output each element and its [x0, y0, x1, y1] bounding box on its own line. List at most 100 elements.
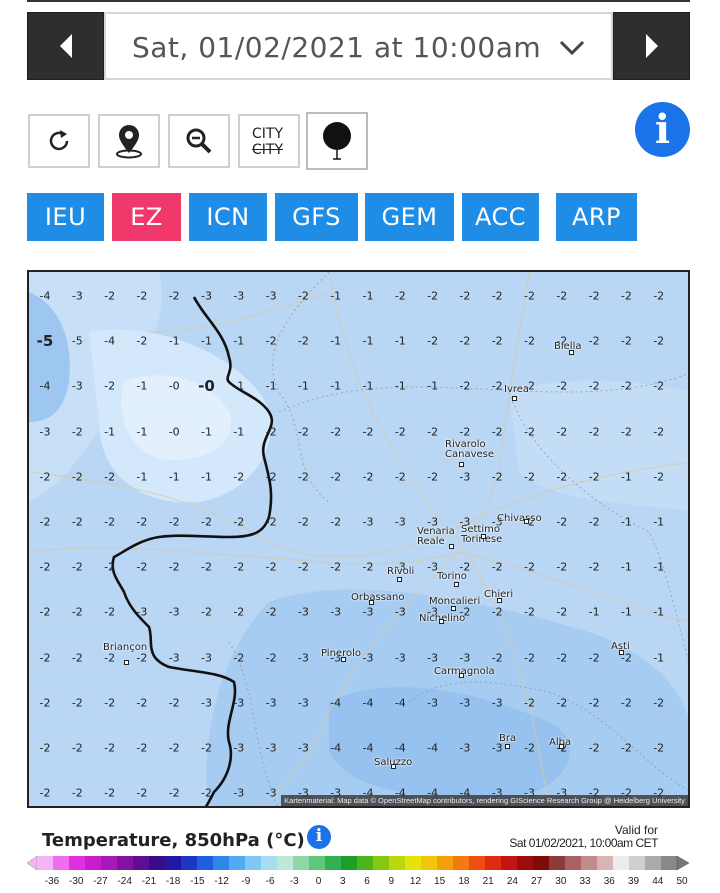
temperature-value: -2 — [136, 741, 148, 755]
temperature-value: -4 — [39, 379, 51, 393]
previous-time-button[interactable] — [27, 12, 104, 80]
temperature-value: -1 — [620, 560, 632, 574]
town-label: Rivoli — [387, 566, 415, 577]
town-marker — [505, 744, 510, 749]
temperature-value: -2 — [427, 334, 439, 348]
temperature-value: -2 — [556, 696, 568, 710]
refresh-button[interactable] — [28, 114, 90, 168]
zoom-out-button[interactable] — [168, 114, 230, 168]
temperature-map[interactable]: -4 -3 -2 -2 -2 -3 -3 -3 -2 -1 -1 -2 -2 -2 -2 -2 -2 -2 -2 -2… — [27, 270, 690, 808]
scale-swatch — [197, 856, 214, 870]
temperature-value: -2 — [104, 379, 116, 393]
temperature-value: -1 — [394, 334, 406, 348]
temperature-value: -1 — [362, 379, 374, 393]
temperature-value: -3 — [297, 696, 309, 710]
temperature-value: -2 — [588, 651, 600, 665]
temperature-value: -2 — [168, 786, 180, 800]
scale-tick-label: -24 — [117, 876, 132, 887]
temperature-value: -1 — [136, 379, 148, 393]
temperature-value: -1 — [394, 379, 406, 393]
town-marker — [619, 650, 624, 655]
temperature-value: -2 — [104, 651, 116, 665]
scale-min-arrow — [27, 855, 38, 871]
temperature-value: -1 — [330, 289, 342, 303]
location-button[interactable] — [98, 114, 160, 168]
temperature-value: -1 — [588, 605, 600, 619]
scale-swatch — [501, 856, 518, 870]
temperature-value: -2 — [201, 560, 212, 574]
temperature-value: -3 — [39, 425, 51, 439]
town-marker — [569, 350, 574, 355]
town-marker — [459, 462, 464, 467]
town-marker — [512, 396, 517, 401]
temperature-value: -2 — [233, 651, 245, 665]
refresh-icon — [49, 130, 69, 151]
temperature-value: -2 — [620, 379, 632, 393]
temperature-value: -2 — [556, 560, 568, 574]
temperature-value: -2 — [201, 741, 212, 755]
town-marker — [481, 534, 486, 539]
temperature-value: -3 — [330, 605, 342, 619]
temperature-value: -2 — [491, 334, 503, 348]
model-tab-icn[interactable]: ICN — [189, 193, 267, 241]
temperature-value: -2 — [556, 379, 568, 393]
temperature-value: -2 — [330, 470, 342, 484]
temperature-value: -2 — [265, 605, 277, 619]
date-time-select[interactable]: Sat, 01/02/2021 at 10:00am — [104, 12, 613, 80]
temperature-value: -2 — [524, 605, 535, 619]
scale-swatch — [645, 856, 662, 870]
scale-swatch — [181, 856, 198, 870]
temperature-value: -3 — [362, 605, 374, 619]
temperature-value: -2 — [394, 289, 406, 303]
balloon-icon — [323, 122, 351, 160]
temperature-value: -2 — [588, 560, 600, 574]
city-labels-toggle[interactable]: CITY CITY — [238, 114, 300, 168]
scale-swatch — [229, 856, 246, 870]
scale-swatch — [117, 856, 134, 870]
temperature-value: -2 — [588, 289, 600, 303]
scale-swatch — [165, 856, 182, 870]
temperature-value: -3 — [459, 651, 471, 665]
scale-swatch — [485, 856, 502, 870]
temperature-value: -4 — [104, 334, 116, 348]
temperature-value: -2 — [556, 470, 568, 484]
sounding-button[interactable] — [306, 112, 368, 170]
town-label: Venaria Reale — [417, 526, 455, 547]
scale-max-arrow — [676, 855, 690, 871]
scale-tick-label: 30 — [555, 876, 567, 887]
scale-swatch — [133, 856, 150, 870]
town-label: Biella — [554, 341, 582, 352]
model-tab-gem[interactable]: GEM — [365, 193, 454, 241]
next-time-button[interactable] — [613, 12, 690, 80]
zoom-out-icon — [186, 128, 212, 154]
scale-tick-label: 12 — [409, 876, 422, 887]
scale-swatch — [597, 856, 614, 870]
temperature-value: -3 — [71, 379, 83, 393]
temperature-value: -2 — [168, 289, 180, 303]
scale-swatch — [661, 856, 678, 870]
model-tab-arp[interactable]: ARP — [556, 193, 637, 241]
chevron-right-icon — [645, 34, 658, 58]
temperature-value: -0 — [168, 379, 180, 393]
model-tab-gfs[interactable]: GFS — [275, 193, 358, 241]
scale-tick-label: -30 — [68, 876, 84, 887]
scale-swatch — [469, 856, 486, 870]
temperature-value: -3 — [297, 605, 309, 619]
temperature-value: -3 — [394, 651, 406, 665]
temperature-value: -0 — [198, 377, 215, 396]
scale-swatch — [53, 856, 70, 870]
temperature-value: -2 — [459, 289, 471, 303]
temperature-value: -2 — [297, 289, 309, 303]
legend-info-button[interactable]: i — [307, 825, 331, 849]
scale-tick-label: 15 — [434, 876, 446, 887]
temperature-value: -2 — [104, 696, 116, 710]
scale-swatch — [389, 856, 406, 870]
model-tab-ez[interactable]: EZ — [112, 193, 181, 241]
model-tab-acc[interactable]: ACC — [462, 193, 539, 241]
info-button[interactable]: i — [635, 102, 690, 157]
model-tab-ieu[interactable]: IEU — [27, 193, 104, 241]
temperature-value: -3 — [362, 515, 374, 529]
temperature-value: -2 — [39, 470, 51, 484]
temperature-value: -3 — [297, 741, 309, 755]
temperature-value: -1 — [653, 605, 665, 619]
